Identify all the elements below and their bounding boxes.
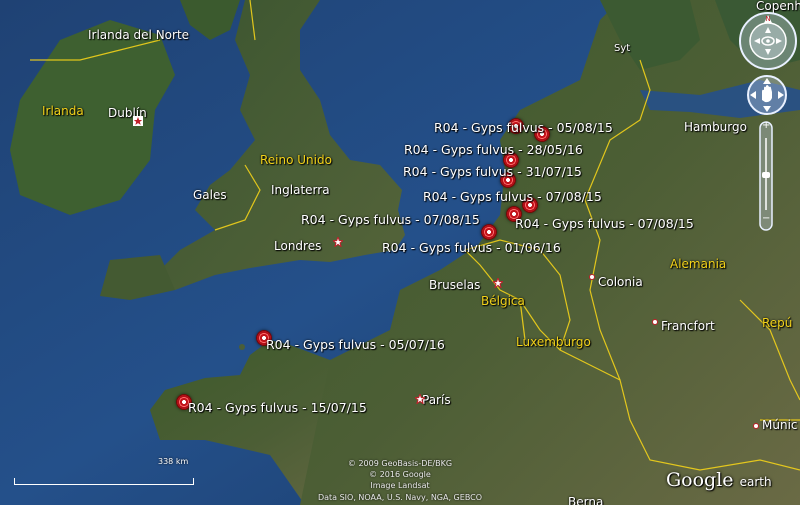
observation-label[interactable]: R04 - Gyps fulvus - 05/07/16 <box>266 338 445 352</box>
label-irlanda-del-norte: Irlanda del Norte <box>88 28 190 42</box>
look-compass-control[interactable]: N <box>738 11 798 71</box>
scale-label: 338 km <box>158 457 189 466</box>
label-luxemburgo: Luxemburgo <box>516 335 591 349</box>
capital-star-icon <box>133 116 143 126</box>
label-sylt: Syt <box>614 43 631 54</box>
observation-label[interactable]: R04 - Gyps fulvus - 07/08/15 <box>423 190 602 204</box>
label-paris: París <box>422 393 451 407</box>
capital-star-icon <box>333 237 343 247</box>
label-londres: Londres <box>274 239 322 253</box>
capital-star-icon <box>493 278 503 288</box>
label-berna: Berna <box>568 495 604 505</box>
observation-label[interactable]: R04 - Gyps fulvus - 05/08/15 <box>434 121 613 135</box>
label-irlanda: Irlanda <box>42 104 84 118</box>
credit-line: Data SIO, NOAA, U.S. Navy, NGA, GEBCO <box>317 493 483 502</box>
label-munich: Múnic <box>762 418 798 432</box>
observation-label[interactable]: R04 - Gyps fulvus - 01/06/16 <box>382 241 561 255</box>
label-bruselas: Bruselas <box>429 278 481 292</box>
label-inglaterra: Inglaterra <box>271 183 330 197</box>
city-dot-icon <box>589 274 595 280</box>
svg-text:N: N <box>765 15 770 23</box>
move-control[interactable] <box>746 74 788 116</box>
city-dot-icon <box>652 319 658 325</box>
observation-label[interactable]: R04 - Gyps fulvus - 07/08/15 <box>515 217 694 231</box>
credit-line: © 2009 GeoBasis-DE/BKG <box>347 459 453 468</box>
credit-line: © 2016 Google <box>369 470 431 479</box>
observation-label[interactable]: R04 - Gyps fulvus - 28/05/16 <box>404 143 583 157</box>
label-colonia: Colonia <box>598 275 643 289</box>
observation-label[interactable]: R04 - Gyps fulvus - 31/07/15 <box>403 165 582 179</box>
observation-label[interactable]: R04 - Gyps fulvus - 15/07/15 <box>188 401 367 415</box>
scale-bar <box>14 478 194 485</box>
label-francfort: Francfort <box>661 319 715 333</box>
city-dot-icon <box>753 423 759 429</box>
label-hamburgo: Hamburgo <box>684 120 747 134</box>
observation-label[interactable]: R04 - Gyps fulvus - 07/08/15 <box>301 213 480 227</box>
label-reino-unido: Reino Unido <box>260 153 332 167</box>
label-alemania: Alemania <box>670 257 727 271</box>
google-earth-logo: Google earth <box>666 469 772 491</box>
credit-line: Image Landsat <box>370 481 430 490</box>
label-gales: Gales <box>193 188 227 202</box>
label-republica: Repú <box>762 316 793 330</box>
observation-marker[interactable] <box>481 224 497 240</box>
logo-main: Google <box>666 469 734 491</box>
capital-star-icon <box>415 394 425 404</box>
logo-sub: earth <box>739 475 772 489</box>
zoom-out-button[interactable]: − <box>762 214 770 224</box>
label-belgica: Bélgica <box>481 294 525 308</box>
zoom-in-button[interactable]: + <box>762 121 770 131</box>
map-view[interactable]: Irlanda del Norte Irlanda Reino Unido Ga… <box>0 0 800 505</box>
